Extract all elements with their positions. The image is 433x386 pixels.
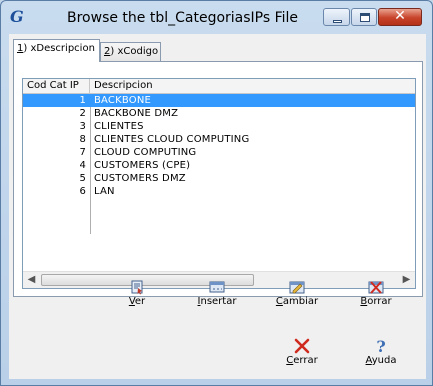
minimize-button[interactable] — [323, 8, 350, 26]
maximize-button[interactable] — [351, 8, 377, 26]
ayuda-button[interactable]: ? Ayuda — [363, 338, 399, 366]
borrar-button[interactable]: Borrar — [359, 279, 393, 307]
table-row[interactable]: 3 CLIENTES — [23, 120, 415, 133]
svg-text:?: ? — [376, 338, 385, 354]
cell-descripcion: BACKBONE — [94, 95, 152, 106]
cell-cod-cat-ip: 2 — [79, 108, 86, 119]
table-row[interactable]: 1 BACKBONE — [23, 94, 415, 107]
help-icon: ? — [376, 338, 385, 354]
cell-descripcion: CLIENTES CLOUD COMPUTING — [94, 134, 250, 145]
browse-list[interactable]: Cod Cat IP Descripcion 1 BACKBONE 2 BACKBON… — [22, 78, 416, 289]
insertar-button[interactable]: Insertar — [195, 279, 239, 307]
cell-cod-cat-ip: 8 — [79, 134, 86, 145]
cell-cod-cat-ip: 6 — [79, 186, 86, 197]
cell-descripcion: BACKBONE DMZ — [94, 108, 179, 119]
delete-icon — [368, 281, 384, 294]
column-header-cod-cat-ip[interactable]: Cod Cat IP — [23, 79, 90, 94]
table-row[interactable]: 6 LAN — [23, 185, 415, 198]
cell-descripcion: LAN — [94, 186, 115, 197]
edit-icon — [289, 281, 305, 294]
insert-icon — [209, 281, 225, 293]
table-row[interactable]: 2 BACKBONE DMZ — [23, 107, 415, 120]
close-x-icon — [294, 338, 310, 354]
tab-xcodigo[interactable]: 2) xCodigo — [100, 42, 161, 63]
cerrar-button[interactable]: Cerrar — [284, 338, 320, 366]
cell-descripcion: CUSTOMERS (CPE) — [94, 160, 191, 171]
cell-cod-cat-ip: 4 — [79, 160, 86, 171]
list-rows: 1 BACKBONE 2 BACKBONE DMZ 3 CLIENTES 8 CLIENTES… — [23, 94, 415, 198]
scroll-left-arrow-icon[interactable]: ◀ — [23, 272, 40, 288]
close-window-button[interactable]: ✕ — [378, 8, 422, 26]
column-header-descripcion[interactable]: Descripcion — [90, 79, 415, 94]
scroll-right-arrow-icon[interactable]: ▶ — [398, 272, 415, 288]
cell-cod-cat-ip: 3 — [79, 121, 86, 132]
cell-cod-cat-ip: 5 — [79, 173, 86, 184]
table-row[interactable]: 4 CUSTOMERS (CPE) — [23, 159, 415, 172]
cambiar-button[interactable]: Cambiar — [275, 279, 319, 307]
cell-cod-cat-ip: 7 — [79, 147, 86, 158]
cell-descripcion: CUSTOMERS DMZ — [94, 173, 186, 184]
close-icon: ✕ — [394, 8, 406, 24]
cell-descripcion: CLOUD COMPUTING — [94, 147, 197, 158]
tab-xdescripcion[interactable]: 1) xDescripcion — [13, 39, 100, 62]
cell-cod-cat-ip: 1 — [79, 95, 86, 106]
list-header: Cod Cat IP Descripcion — [23, 79, 415, 94]
cell-descripcion: CLIENTES — [94, 121, 144, 132]
minimize-icon — [333, 20, 342, 23]
window-title: Browse the tbl_CategoriasIPs File — [67, 10, 299, 26]
view-icon — [131, 280, 143, 295]
ver-button[interactable]: Ver — [125, 279, 149, 307]
table-row[interactable]: 5 CUSTOMERS DMZ — [23, 172, 415, 185]
app-icon: G — [10, 7, 24, 26]
tab-panel: Cod Cat IP Descripcion 1 BACKBONE 2 BACKBON… — [13, 61, 423, 297]
maximize-icon — [360, 13, 370, 22]
title-bar[interactable]: G Browse the tbl_CategoriasIPs File ✕ — [1, 1, 432, 34]
table-row[interactable]: 8 CLIENTES CLOUD COMPUTING — [23, 133, 415, 146]
browse-window: G Browse the tbl_CategoriasIPs File ✕ 1)… — [0, 0, 433, 386]
dialog-body: 1) xDescripcion 2) xCodigo Cod Cat IP De… — [9, 34, 426, 379]
table-row[interactable]: 7 CLOUD COMPUTING — [23, 146, 415, 159]
